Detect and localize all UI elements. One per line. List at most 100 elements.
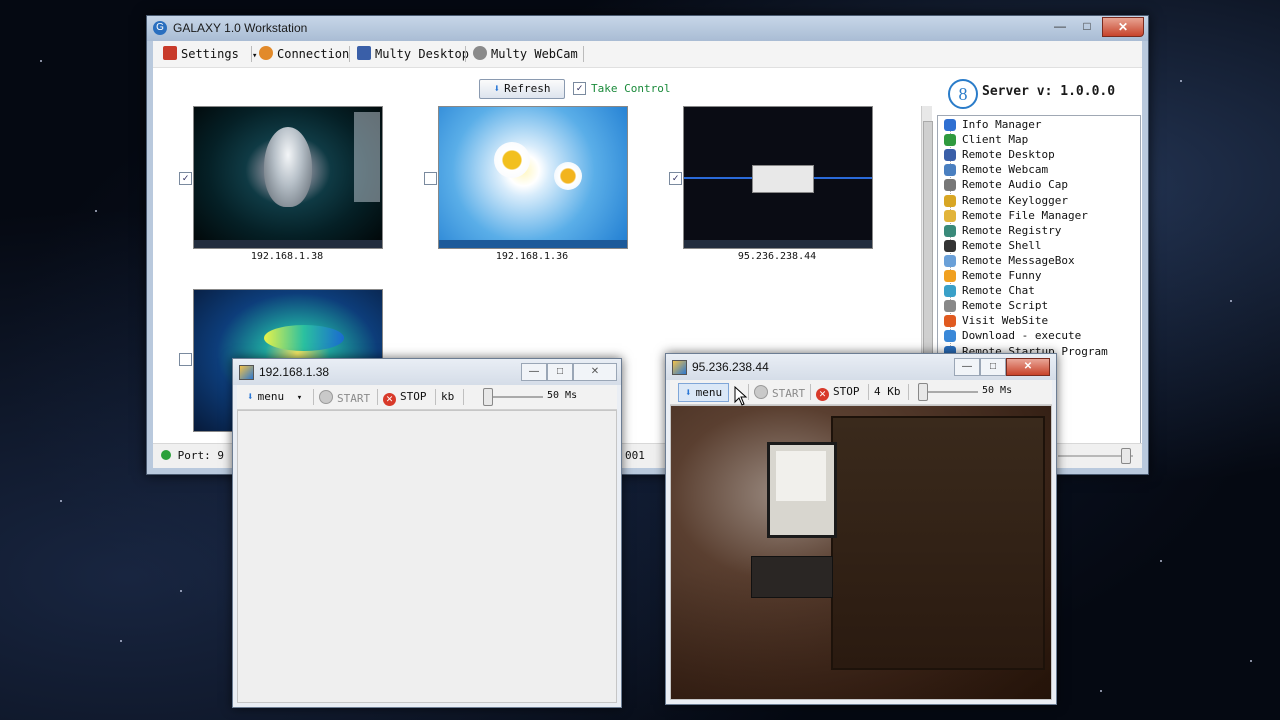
tree-item-visit-website[interactable]: Visit WebSite bbox=[944, 314, 1048, 328]
toolbar-divider bbox=[908, 384, 909, 400]
main-titlebar[interactable]: G GALAXY 1.0 Workstation — □ ✕ bbox=[147, 16, 1148, 41]
window-title: GALAXY 1.0 Workstation bbox=[173, 21, 308, 35]
tools-icon bbox=[163, 46, 177, 60]
menu-dropdown[interactable]: ⬇ menu bbox=[678, 383, 730, 402]
interval-slider-knob[interactable] bbox=[483, 388, 493, 406]
tree-item-remote-file-manager[interactable]: Remote File Manager bbox=[944, 208, 1088, 222]
alien-wallpaper-image bbox=[264, 127, 312, 207]
tree-item-remote-shell[interactable]: Remote Shell bbox=[944, 239, 1041, 252]
client-desktop-thumbnail-2[interactable] bbox=[438, 106, 628, 249]
stop-button[interactable]: ✕ STOP bbox=[383, 390, 427, 406]
folder-icon bbox=[944, 209, 956, 222]
client-checkbox-3[interactable]: ✓ bbox=[669, 172, 682, 185]
taskbar bbox=[194, 240, 382, 248]
multy-webcam-menu[interactable]: Multy WebCam bbox=[473, 46, 578, 61]
server-title: Server v: 1.0.0.0 bbox=[982, 84, 1116, 99]
multy-webcam-label: Multy WebCam bbox=[491, 47, 578, 61]
tree-item-remote-webcam[interactable]: Remote Webcam bbox=[944, 163, 1049, 177]
toolbar-divider bbox=[463, 389, 464, 405]
taskbar bbox=[684, 240, 872, 248]
webcam-scene-tv bbox=[767, 442, 837, 538]
star bbox=[40, 60, 42, 62]
tree-item-remote-keylogger[interactable]: Remote Keylogger bbox=[944, 193, 1068, 207]
star bbox=[1230, 300, 1232, 302]
close-button[interactable]: ✕ bbox=[1006, 358, 1050, 376]
chat-icon bbox=[944, 285, 956, 298]
tree-item-remote-registry[interactable]: Remote Registry bbox=[944, 224, 1061, 237]
tree-item-label: Info Manager bbox=[962, 118, 1042, 131]
multy-desktop-menu[interactable]: Multy Desktop bbox=[357, 46, 469, 61]
star bbox=[120, 640, 122, 642]
close-button[interactable]: ✕ bbox=[1102, 17, 1144, 37]
menu-label: menu bbox=[257, 390, 285, 403]
tree-item-remote-funny[interactable]: Remote Funny bbox=[944, 269, 1041, 282]
tree-item-remote-messagebox[interactable]: Remote MessageBox bbox=[944, 254, 1075, 267]
port-status: Port: 9 bbox=[161, 449, 224, 462]
close-button[interactable]: ✕ bbox=[573, 363, 617, 381]
kb-readout: 4 Kb bbox=[874, 385, 901, 398]
star bbox=[180, 590, 182, 592]
gadget-panel bbox=[354, 112, 380, 202]
webcam-scene-cabinet bbox=[831, 416, 1045, 670]
client-checkbox-4[interactable] bbox=[179, 353, 192, 366]
tree-item-label: Remote Desktop bbox=[962, 148, 1055, 162]
tree-item-client-map[interactable]: Client Map bbox=[944, 133, 1028, 147]
maximize-button[interactable]: □ bbox=[1074, 17, 1100, 35]
tree-item-remote-audio-cap[interactable]: Remote Audio Cap bbox=[944, 178, 1068, 192]
start-icon bbox=[319, 390, 333, 404]
status-slider-knob[interactable] bbox=[1121, 448, 1131, 464]
tree-item-label: Remote Keylogger bbox=[962, 193, 1068, 207]
maximize-button[interactable]: □ bbox=[980, 358, 1006, 376]
refresh-label: Refresh bbox=[504, 82, 551, 95]
client-checkbox-2[interactable] bbox=[424, 172, 437, 185]
maximize-button[interactable]: □ bbox=[547, 363, 573, 381]
stop-icon: ✕ bbox=[816, 388, 829, 401]
tree-item-download-execute[interactable]: Download - execute bbox=[944, 329, 1081, 343]
window-app-icon bbox=[239, 365, 254, 380]
kb-readout: kb bbox=[441, 390, 455, 403]
client-checkbox-1[interactable]: ✓ bbox=[179, 172, 192, 185]
webcam-feed-view[interactable] bbox=[670, 405, 1052, 700]
smiley-icon bbox=[944, 270, 956, 282]
remote-desktop-view[interactable] bbox=[237, 410, 617, 703]
start-button[interactable]: START bbox=[754, 385, 805, 400]
stop-label: STOP bbox=[833, 385, 860, 398]
remote-webcam-window: 95.236.238.44 — □ ✕ ⬇ menu START ✕ STOP 4 … bbox=[665, 353, 1057, 705]
interval-slider-knob[interactable] bbox=[918, 383, 928, 401]
start-icon bbox=[754, 385, 768, 399]
window-app-icon bbox=[672, 360, 687, 375]
tree-item-label: Remote Chat bbox=[962, 284, 1035, 298]
take-control-checkbox[interactable]: ✓ bbox=[573, 82, 586, 95]
settings-menu[interactable]: Settings ▾ bbox=[163, 46, 257, 61]
minimize-button[interactable]: — bbox=[1047, 17, 1073, 35]
interval-readout: 50 Ms bbox=[547, 390, 578, 401]
key-icon bbox=[944, 194, 956, 207]
connection-label: Connection bbox=[277, 47, 350, 61]
webcam-scene-stereo bbox=[751, 556, 833, 598]
minimize-button[interactable]: — bbox=[521, 363, 547, 381]
connection-menu[interactable]: Connection bbox=[259, 46, 349, 61]
remote-desktop-titlebar[interactable]: 192.168.1.38 — □ ✕ bbox=[233, 359, 621, 385]
minimize-button[interactable]: — bbox=[954, 358, 980, 376]
refresh-button[interactable]: ⬇ Refresh bbox=[479, 79, 565, 99]
browser-icon bbox=[944, 315, 956, 328]
stop-button[interactable]: ✕ STOP bbox=[816, 385, 860, 401]
connection-icon bbox=[259, 46, 273, 60]
client-ip-label-2: 192.168.1.36 bbox=[495, 251, 569, 262]
toolbar-divider bbox=[313, 389, 314, 405]
tree-item-remote-desktop[interactable]: Remote Desktop bbox=[944, 148, 1055, 162]
client-desktop-thumbnail-1[interactable] bbox=[193, 106, 383, 249]
menu-dropdown[interactable]: ⬇ menu ▾ bbox=[247, 390, 302, 403]
tree-item-remote-chat[interactable]: Remote Chat bbox=[944, 284, 1035, 298]
tree-item-label: Remote Webcam bbox=[962, 163, 1049, 177]
toolbar-divider bbox=[349, 46, 350, 62]
client-desktop-thumbnail-3[interactable] bbox=[683, 106, 873, 249]
tree-item-label: Remote File Manager bbox=[962, 208, 1088, 222]
star bbox=[95, 210, 97, 212]
remote-webcam-titlebar[interactable]: 95.236.238.44 — □ ✕ bbox=[666, 354, 1056, 380]
start-button[interactable]: START bbox=[319, 390, 370, 405]
status-fragment: 001 bbox=[625, 449, 645, 462]
toolbar-divider bbox=[377, 389, 378, 405]
tree-item-info-manager[interactable]: Info Manager bbox=[944, 118, 1042, 131]
tree-item-remote-script[interactable]: Remote Script bbox=[944, 299, 1048, 313]
